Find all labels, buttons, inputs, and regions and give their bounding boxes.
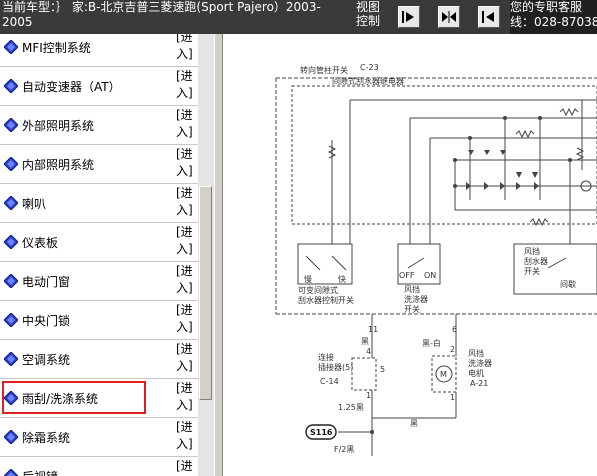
sidebar-item[interactable]: 空调系统 [进 入] xyxy=(0,340,198,379)
sidebar-item[interactable]: 内部照明系统 [进 入] xyxy=(0,145,198,184)
wire-6: 6 xyxy=(452,325,457,334)
washer-motor-label: 风挡洗涤器电机 xyxy=(468,348,492,378)
ground-ref-label: F/2黑 xyxy=(334,445,354,454)
ground-point-label: S116 xyxy=(310,428,333,437)
connector-ref: C-14 xyxy=(320,377,339,386)
enter-link[interactable]: [进 入] xyxy=(176,263,196,297)
pin-1b: 1 xyxy=(450,393,455,402)
enter-link[interactable]: [进 入] xyxy=(176,34,196,63)
view-control-label: 视图 控制 xyxy=(356,0,381,28)
top-bar: 当前车型：｝ 家:B-北京吉普三菱速跑(Sport Pajero）2003- 2… xyxy=(0,0,597,34)
book-icon xyxy=(4,79,18,93)
collapse-left-button[interactable] xyxy=(398,6,420,28)
expand-right-button[interactable] xyxy=(478,6,500,28)
sidebar-item[interactable]: 除霜系统 [进 入] xyxy=(0,418,198,457)
enter-link[interactable]: [进 入] xyxy=(176,458,196,476)
on-label: ON xyxy=(424,271,436,280)
enter-link[interactable]: [进 入] xyxy=(176,419,196,453)
sidebar-item[interactable]: 自动变速器（AT） [进 入] xyxy=(0,67,198,106)
sidebar-item[interactable]: 中央门锁 [进 入] xyxy=(0,301,198,340)
sidebar-item-label: 空调系统 xyxy=(22,353,71,367)
connector-label: 连接插接器(5) xyxy=(318,352,353,372)
book-icon xyxy=(4,430,18,444)
expand-right-icon xyxy=(482,11,494,23)
sidebar-item-label: 内部照明系统 xyxy=(22,158,95,172)
wiper-switch-label: 风挡刮水器开关 xyxy=(524,246,548,276)
book-icon xyxy=(4,118,18,132)
system-list-sidebar: MFI控制系统 [进 入] 自动变速器（AT） [进 入] 外部照明系统 [进 入] 内部照… xyxy=(0,34,214,476)
intermittent-label: 间歇 xyxy=(560,279,576,289)
sidebar-item[interactable]: MFI控制系统 [进 入] xyxy=(0,34,198,67)
enter-link[interactable]: [进 入] xyxy=(176,380,196,414)
wire-color-black-white: 黑-白 xyxy=(422,338,441,348)
service-hotline-label: 您的专职客服 线：028-87038 xyxy=(510,0,597,34)
pin-1a: 1 xyxy=(366,391,371,400)
intermittent-relay-label: 间隙式刮水器继电器 xyxy=(332,76,404,86)
enter-link[interactable]: [进 入] xyxy=(176,68,196,102)
book-icon xyxy=(4,235,18,249)
column-switch-label: 转向管柱开关 xyxy=(300,65,348,75)
scrollbar-thumb[interactable] xyxy=(199,186,212,400)
off-label: OFF xyxy=(399,271,415,280)
motor-symbol: M xyxy=(440,370,447,379)
book-icon xyxy=(4,196,18,210)
wire-11: 11 xyxy=(368,325,378,334)
sidebar-item-label: 电动门窗 xyxy=(22,275,71,289)
enter-link[interactable]: [进 入] xyxy=(176,146,196,180)
pin-5: 5 xyxy=(380,365,385,374)
wire-color-black: 黑 xyxy=(361,337,369,346)
sidebar-item-label: 后视镜 xyxy=(22,468,58,476)
expand-both-button[interactable] xyxy=(438,6,460,28)
selected-item-highlight xyxy=(2,381,146,414)
book-icon xyxy=(4,157,18,171)
washer-motor-ref: A-21 xyxy=(470,379,488,388)
sidebar-item[interactable]: 雨刮/洗涤系统 [进 入] xyxy=(0,379,198,418)
washer-switch-label: 风挡洗涤器开关 xyxy=(404,284,428,314)
diagram-view: 转向管柱开关 C-23 间隙式刮水器继电器 慢 快 可变间隙式刮水器控制开关 O… xyxy=(223,34,597,476)
book-icon xyxy=(4,352,18,366)
variable-switch-label: 可变间隙式刮水器控制开关 xyxy=(298,285,354,305)
book-icon xyxy=(4,274,18,288)
book-icon xyxy=(4,469,18,476)
sidebar-item[interactable]: 喇叭 [进 入] xyxy=(0,184,198,223)
panel-splitter[interactable] xyxy=(214,34,223,476)
book-icon xyxy=(4,313,18,327)
wire-gauge-label: 1.25黑 xyxy=(338,403,364,412)
sidebar-item[interactable]: 外部照明系统 [进 入] xyxy=(0,106,198,145)
sidebar-item[interactable]: 电动门窗 [进 入] xyxy=(0,262,198,301)
pin-2: 2 xyxy=(450,345,455,354)
sidebar-item-label: 仪表板 xyxy=(22,236,59,250)
book-icon xyxy=(4,40,18,54)
expand-both-icon xyxy=(442,11,456,23)
sidebar-item-label: 喇叭 xyxy=(22,197,47,211)
vehicle-model-label: 当前车型：｝ 家:B-北京吉普三菱速跑(Sport Pajero）2003- 2… xyxy=(2,0,321,29)
sidebar-item-label: 除霜系统 xyxy=(22,431,71,445)
enter-link[interactable]: [进 入] xyxy=(176,185,196,219)
sidebar-scrollbar[interactable] xyxy=(198,34,214,476)
sidebar-item-label: 中央门锁 xyxy=(22,314,71,328)
enter-link[interactable]: [进 入] xyxy=(176,341,196,375)
enter-link[interactable]: [进 入] xyxy=(176,224,196,258)
collapse-left-icon xyxy=(402,11,414,23)
enter-link[interactable]: [进 入] xyxy=(176,302,196,336)
enter-link[interactable]: [进 入] xyxy=(176,107,196,141)
wiper-circuit-diagram: 转向管柱开关 C-23 间隙式刮水器继电器 慢 快 可变间隙式刮水器控制开关 O… xyxy=(275,63,597,456)
column-switch-ref: C-23 xyxy=(360,63,379,72)
sidebar-item[interactable]: 后视镜 [进 入] xyxy=(0,457,198,476)
sidebar-item-label: MFI控制系统 xyxy=(22,41,91,55)
fast-label: 快 xyxy=(338,274,346,284)
sidebar-item-label: 外部照明系统 xyxy=(22,119,95,133)
sidebar-item-label: 自动变速器（AT） xyxy=(22,80,121,94)
slow-label: 慢 xyxy=(304,274,312,284)
sidebar-item[interactable]: 仪表板 [进 入] xyxy=(0,223,198,262)
wire-black-label: 黑 xyxy=(410,419,418,428)
pin-4: 4 xyxy=(366,347,371,356)
